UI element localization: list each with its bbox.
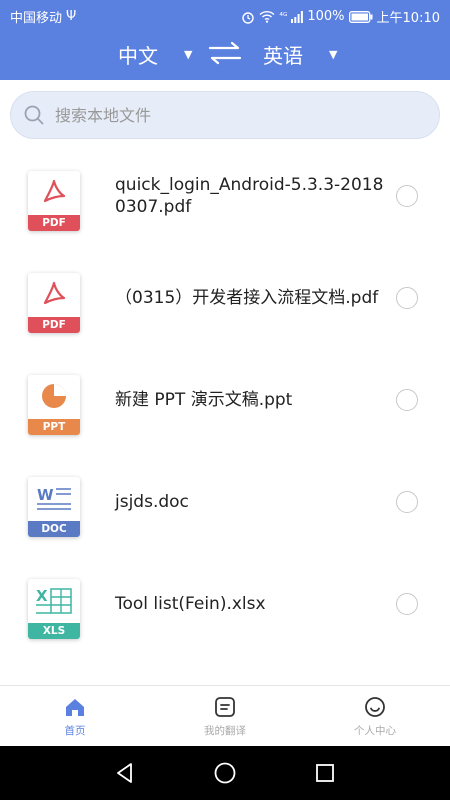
tab-my-translations-label: 我的翻译 <box>204 725 246 737</box>
svg-text:X: X <box>36 587 48 605</box>
file-row[interactable]: W DOC jsjds.doc <box>0 451 450 553</box>
language-bar: 中文 ▼ 英语 ▼ <box>0 32 450 74</box>
file-name: jsjds.doc <box>115 492 189 512</box>
search-icon <box>24 105 44 125</box>
file-name: quick_login_Android-5.3.3-20180307.pdf <box>115 175 384 217</box>
home-nav-icon[interactable] <box>212 760 238 786</box>
recents-icon[interactable] <box>312 760 338 786</box>
smiley-icon <box>365 697 385 717</box>
doc-file-icon: W DOC <box>28 477 80 537</box>
select-radio[interactable] <box>396 185 418 207</box>
usb-icon: Ψ <box>66 9 77 24</box>
file-row[interactable]: PDF （0315）开发者接入流程文档.pdf <box>0 247 450 349</box>
svg-text:W: W <box>37 486 54 504</box>
system-navigation-bar <box>0 746 450 800</box>
bottom-tab-bar: 首页 我的翻译 个人中心 <box>0 685 450 747</box>
search-bar[interactable] <box>10 91 440 139</box>
source-language-selector[interactable]: 中文 ▼ <box>118 40 192 69</box>
caret-down-icon: ▼ <box>329 48 338 61</box>
tab-profile[interactable]: 个人中心 <box>300 686 450 747</box>
home-icon <box>66 699 84 716</box>
caret-down-icon: ▼ <box>184 48 193 61</box>
select-radio[interactable] <box>396 389 418 411</box>
tab-my-translations[interactable]: 我的翻译 <box>150 686 300 747</box>
alarm-icon <box>242 11 255 24</box>
file-name: 新建 PPT 演示文稿.ppt <box>115 390 293 410</box>
status-bar: 中国移动 Ψ ⁴ᴳ 100% 上午10:10 <box>0 0 450 32</box>
select-radio[interactable] <box>396 491 418 513</box>
battery-icon <box>348 10 373 23</box>
swap-languages-icon[interactable] <box>206 38 244 68</box>
file-row[interactable]: PPT 新建 PPT 演示文稿.ppt <box>0 349 450 451</box>
signal-4g-label: ⁴ᴳ <box>279 11 288 22</box>
file-row[interactable]: PDF quick_login_Android-5.3.3-20180307.p… <box>0 145 450 247</box>
file-type-tag: PPT <box>28 419 80 435</box>
file-type-tag: PDF <box>28 215 80 231</box>
file-row[interactable]: X XLS Tool list(Fein).xlsx <box>0 553 450 655</box>
tab-home[interactable]: 首页 <box>0 686 150 747</box>
select-radio[interactable] <box>396 593 418 615</box>
clock: 上午10:10 <box>376 11 440 26</box>
file-type-tag: DOC <box>28 521 80 537</box>
xls-file-icon: X XLS <box>28 579 80 639</box>
signal-icon <box>291 10 304 23</box>
target-language-selector[interactable]: 英语 ▼ <box>263 40 337 69</box>
select-radio[interactable] <box>396 287 418 309</box>
translation-list-icon <box>215 697 235 717</box>
target-language-label: 英语 <box>263 44 303 68</box>
battery-percent: 100% <box>307 9 345 24</box>
file-name: （0315）开发者接入流程文档.pdf <box>115 288 379 308</box>
wifi-icon <box>259 10 275 23</box>
app-header: 中国移动 Ψ ⁴ᴳ 100% 上午10:10 中文 ▼ 英语 ▼ <box>0 0 450 80</box>
tab-home-label: 首页 <box>64 725 86 737</box>
ppt-file-icon: PPT <box>28 375 80 435</box>
search-input[interactable] <box>53 104 417 126</box>
back-icon[interactable] <box>112 760 138 786</box>
source-language-label: 中文 <box>118 44 158 68</box>
pdf-file-icon: PDF <box>28 273 80 333</box>
carrier-label: 中国移动 <box>10 11 63 26</box>
pdf-file-icon: PDF <box>28 171 80 231</box>
file-type-tag: PDF <box>28 317 80 333</box>
file-name: Tool list(Fein).xlsx <box>115 594 266 614</box>
tab-profile-label: 个人中心 <box>354 725 396 737</box>
file-type-tag: XLS <box>28 623 80 639</box>
